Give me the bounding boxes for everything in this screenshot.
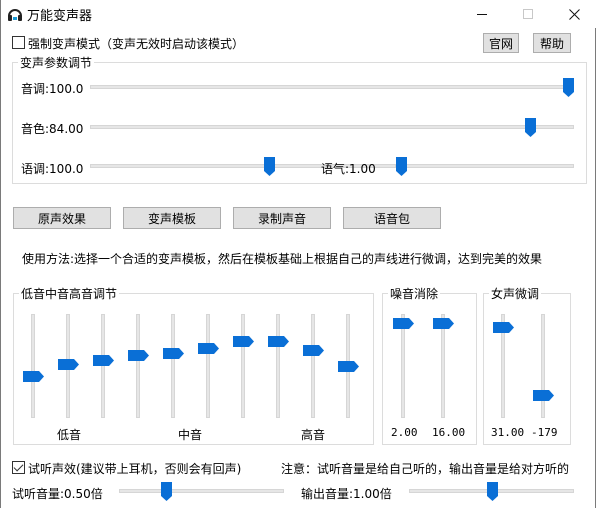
female-tune-slider-2-track bbox=[541, 314, 545, 418]
eq-band-slider-2-thumb[interactable] bbox=[58, 359, 79, 371]
eq-band-slider-8[interactable] bbox=[268, 314, 289, 418]
minimize-button[interactable] bbox=[459, 0, 505, 28]
mid-label: 中音 bbox=[178, 428, 203, 442]
eq-band-slider-1[interactable] bbox=[23, 314, 44, 418]
maximize-button[interactable] bbox=[505, 0, 551, 28]
close-button[interactable] bbox=[551, 0, 596, 28]
output-volume-thumb[interactable] bbox=[486, 482, 498, 502]
voice-templates-button[interactable]: 变声模板 bbox=[123, 207, 221, 229]
eq-band-slider-7[interactable] bbox=[233, 314, 254, 418]
breath-slider[interactable] bbox=[395, 156, 574, 176]
eq-band-slider-4-thumb[interactable] bbox=[128, 349, 149, 361]
output-volume-slider[interactable] bbox=[409, 481, 574, 501]
app-window: 万能变声器 强制变声模式（变声无效时启动该模式） 官网 帮助 变声参数调节 音调… bbox=[0, 0, 596, 508]
eq-band-slider-8-track bbox=[276, 314, 280, 418]
female-tune-slider-1[interactable] bbox=[493, 314, 514, 418]
monitor-toggle[interactable]: 试听声效(建议带上耳机，否则会有回声) bbox=[12, 460, 262, 476]
output-volume-label: 输出音量:1.00倍 bbox=[301, 487, 392, 501]
pitch-slider-thumb[interactable] bbox=[563, 78, 574, 98]
eq-band-slider-5[interactable] bbox=[163, 314, 184, 418]
window-title: 万能变声器 bbox=[27, 9, 93, 24]
female-tune-value-1: 31.00 bbox=[491, 426, 525, 439]
eq-band-slider-10[interactable] bbox=[338, 314, 359, 418]
eq-band-slider-8-thumb[interactable] bbox=[268, 336, 289, 348]
noise-reduction-slider-1-track bbox=[401, 314, 405, 418]
noise-reduction-slider-1[interactable] bbox=[393, 314, 414, 418]
headphones-icon bbox=[7, 6, 23, 22]
noise-reduction-value-1: 2.00 bbox=[391, 426, 418, 439]
eq-band-slider-1-thumb[interactable] bbox=[23, 371, 44, 383]
female-tune-slider-2-thumb[interactable] bbox=[533, 390, 554, 402]
timbre-label: 音色:84.00 bbox=[21, 122, 84, 136]
tone-label: 语调:100.0 bbox=[21, 162, 84, 176]
monitor-label: 试听声效(建议带上耳机，否则会有回声) bbox=[28, 462, 242, 476]
equalizer-title: 低音中音高音调节 bbox=[19, 285, 120, 302]
pitch-slider[interactable] bbox=[90, 77, 574, 97]
eq-band-slider-3[interactable] bbox=[93, 314, 114, 418]
noise-reduction-title: 噪音消除 bbox=[388, 285, 441, 302]
force-mode-checkbox[interactable] bbox=[12, 36, 25, 49]
eq-band-slider-7-track bbox=[241, 314, 245, 418]
noise-reduction-slider-2-thumb[interactable] bbox=[433, 317, 454, 329]
noise-reduction-slider-2[interactable] bbox=[433, 314, 454, 418]
female-tune-title: 女声微调 bbox=[489, 285, 542, 302]
minimize-icon bbox=[477, 13, 487, 15]
eq-band-slider-4[interactable] bbox=[128, 314, 149, 418]
breath-slider-track bbox=[395, 164, 574, 168]
pitch-label: 音调:100.0 bbox=[21, 80, 83, 97]
eq-band-slider-7-thumb[interactable] bbox=[233, 336, 254, 348]
low-label: 低音 bbox=[57, 428, 82, 442]
eq-band-slider-10-thumb[interactable] bbox=[338, 361, 359, 372]
noise-reduction-slider-2-track bbox=[441, 314, 445, 418]
volume-note: 注意：试听音量是给自己听的，输出音量是给对方听的 bbox=[281, 462, 570, 476]
monitor-checkbox[interactable] bbox=[12, 461, 25, 474]
voice-pack-button[interactable]: 语音包 bbox=[343, 207, 441, 229]
timbre-slider-thumb[interactable] bbox=[525, 118, 537, 138]
noise-reduction-slider-1-thumb[interactable] bbox=[393, 317, 414, 329]
female-tune-value-2: -179 bbox=[531, 426, 558, 439]
eq-band-slider-9[interactable] bbox=[303, 314, 324, 418]
breath-label: 语气:1.00 bbox=[321, 162, 376, 176]
eq-band-slider-6[interactable] bbox=[198, 314, 219, 418]
eq-band-slider-6-thumb[interactable] bbox=[198, 342, 219, 354]
monitor-volume-slider[interactable] bbox=[119, 481, 284, 501]
monitor-volume-label: 试听音量:0.50倍 bbox=[12, 487, 103, 501]
eq-band-slider-6-track bbox=[206, 314, 210, 418]
tone-slider[interactable] bbox=[90, 156, 442, 176]
title-bar: 万能变声器 bbox=[1, 0, 596, 28]
monitor-volume-track bbox=[119, 489, 284, 493]
voice-params-title: 变声参数调节 bbox=[18, 54, 95, 71]
eq-band-slider-3-thumb[interactable] bbox=[93, 354, 114, 366]
high-label: 高音 bbox=[301, 428, 326, 442]
noise-reduction-value-2: 16.00 bbox=[432, 426, 466, 439]
force-mode-label: 强制变声模式（变声无效时启动该模式） bbox=[28, 37, 245, 51]
eq-band-slider-2[interactable] bbox=[58, 314, 79, 418]
eq-band-slider-1-track bbox=[31, 314, 35, 418]
force-mode-toggle[interactable]: 强制变声模式（变声无效时启动该模式） bbox=[12, 35, 282, 51]
monitor-volume-thumb[interactable] bbox=[161, 482, 173, 502]
eq-band-slider-9-track bbox=[311, 314, 315, 418]
maximize-icon bbox=[523, 9, 533, 19]
original-voice-button[interactable]: 原声效果 bbox=[13, 207, 111, 229]
female-tune-slider-1-thumb[interactable] bbox=[493, 322, 514, 334]
eq-band-slider-9-thumb[interactable] bbox=[303, 345, 324, 357]
timbre-slider-track bbox=[90, 125, 574, 129]
eq-band-slider-5-track bbox=[171, 314, 175, 418]
breath-slider-thumb[interactable] bbox=[396, 157, 407, 177]
female-tune-slider-2[interactable] bbox=[533, 314, 554, 418]
instructions-text: 使用方法:选择一个合适的变声模板，然后在模板基础上根据自己的声线进行微调，达到完… bbox=[22, 252, 543, 266]
pitch-slider-track bbox=[90, 85, 574, 89]
timbre-slider[interactable] bbox=[90, 117, 574, 137]
help-button[interactable]: 帮助 bbox=[533, 33, 571, 53]
close-icon bbox=[568, 8, 580, 20]
eq-band-slider-4-track bbox=[136, 314, 140, 418]
website-button[interactable]: 官网 bbox=[483, 33, 519, 53]
eq-band-slider-5-thumb[interactable] bbox=[163, 348, 184, 360]
record-voice-button[interactable]: 录制声音 bbox=[233, 207, 331, 229]
tone-slider-thumb[interactable] bbox=[264, 157, 276, 177]
pitch-label-text: 音调:100.0 bbox=[21, 82, 84, 96]
